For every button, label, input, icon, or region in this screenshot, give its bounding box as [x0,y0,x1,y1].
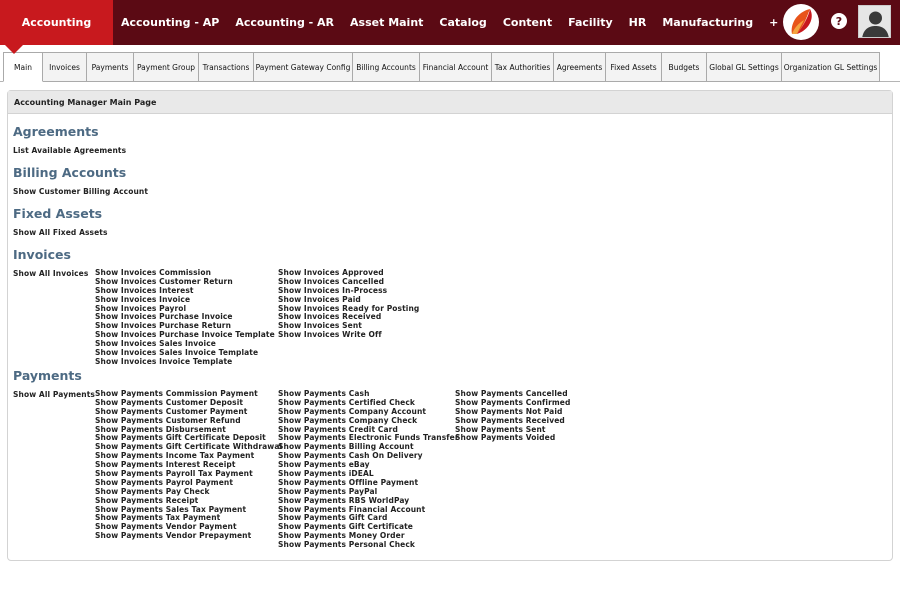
section-title-payments: Payments [13,368,82,383]
payment-link[interactable]: Show Payments Vendor Prepayment [95,531,282,541]
invoices-status-links: Show Invoices Approved Show Invoices Can… [278,268,419,340]
app-menu: Accounting - AP Accounting - AR Asset Ma… [113,0,786,45]
app-bar: Accounting Accounting - AP Accounting - … [0,0,900,45]
app-item-content[interactable]: Content [495,16,560,29]
link-show-all-fixed-assets[interactable]: Show All Fixed Assets [13,228,108,237]
payments-status-links: Show Payments Cancelled Show Payments Co… [455,389,570,443]
tab-global-gl-settings[interactable]: Global GL Settings [707,52,782,82]
app-item-accounting-ap[interactable]: Accounting - AP [113,16,227,29]
panel-title: Accounting Manager Main Page [8,91,892,114]
link-show-all-invoices[interactable]: Show All Invoices [13,269,88,278]
invoices-type-links: Show Invoices Commission Show Invoices C… [95,268,275,367]
link-show-customer-billing-account[interactable]: Show Customer Billing Account [13,187,148,196]
link-show-all-payments[interactable]: Show All Payments [13,390,95,399]
active-app-pointer [5,45,23,54]
app-item-accounting-ar[interactable]: Accounting - AR [227,16,342,29]
link-list-available-agreements[interactable]: List Available Agreements [13,146,126,155]
invoice-link[interactable]: Show Invoices Invoice Template [95,357,275,367]
invoice-status-link[interactable]: Show Invoices Write Off [278,330,419,340]
app-item-catalog[interactable]: Catalog [431,16,494,29]
help-icon[interactable]: ? [831,13,847,29]
brand-logo-icon[interactable] [783,4,819,40]
app-item-accounting[interactable]: Accounting [0,0,113,45]
tab-agreements[interactable]: Agreements [554,52,606,82]
tab-tax-authorities[interactable]: Tax Authorities [492,52,554,82]
app-item-facility[interactable]: Facility [560,16,621,29]
section-title-invoices: Invoices [13,247,71,262]
section-title-agreements: Agreements [13,124,99,139]
tab-budgets[interactable]: Budgets [662,52,707,82]
tab-main[interactable]: Main [3,52,43,82]
payments-type-links: Show Payments Commission Payment Show Pa… [95,389,282,541]
tab-financial-account[interactable]: Financial Account [420,52,492,82]
tab-bar: Main Invoices Payments Payment Group Tra… [0,52,900,82]
payment-method-link[interactable]: Show Payments Personal Check [278,540,459,550]
section-title-billing-accounts: Billing Accounts [13,165,127,180]
app-item-hr[interactable]: HR [621,16,655,29]
tab-payment-gateway-config[interactable]: Payment Gateway Config [254,52,353,82]
payment-status-link[interactable]: Show Payments Voided [455,434,570,443]
app-item-manufacturing[interactable]: Manufacturing [654,16,761,29]
tab-fixed-assets[interactable]: Fixed Assets [606,52,662,82]
app-item-asset-maint[interactable]: Asset Maint [342,16,431,29]
section-title-fixed-assets: Fixed Assets [13,206,103,221]
tab-payment-group[interactable]: Payment Group [134,52,199,82]
tab-invoices[interactable]: Invoices [43,52,87,82]
tab-billing-accounts[interactable]: Billing Accounts [353,52,420,82]
user-avatar[interactable] [858,5,891,38]
tab-organization-gl-settings[interactable]: Organization GL Settings [782,52,880,82]
user-icon [859,6,890,37]
tab-transactions[interactable]: Transactions [199,52,254,82]
payments-method-links: Show Payments Cash Show Payments Certifi… [278,389,459,550]
tab-payments[interactable]: Payments [87,52,134,82]
